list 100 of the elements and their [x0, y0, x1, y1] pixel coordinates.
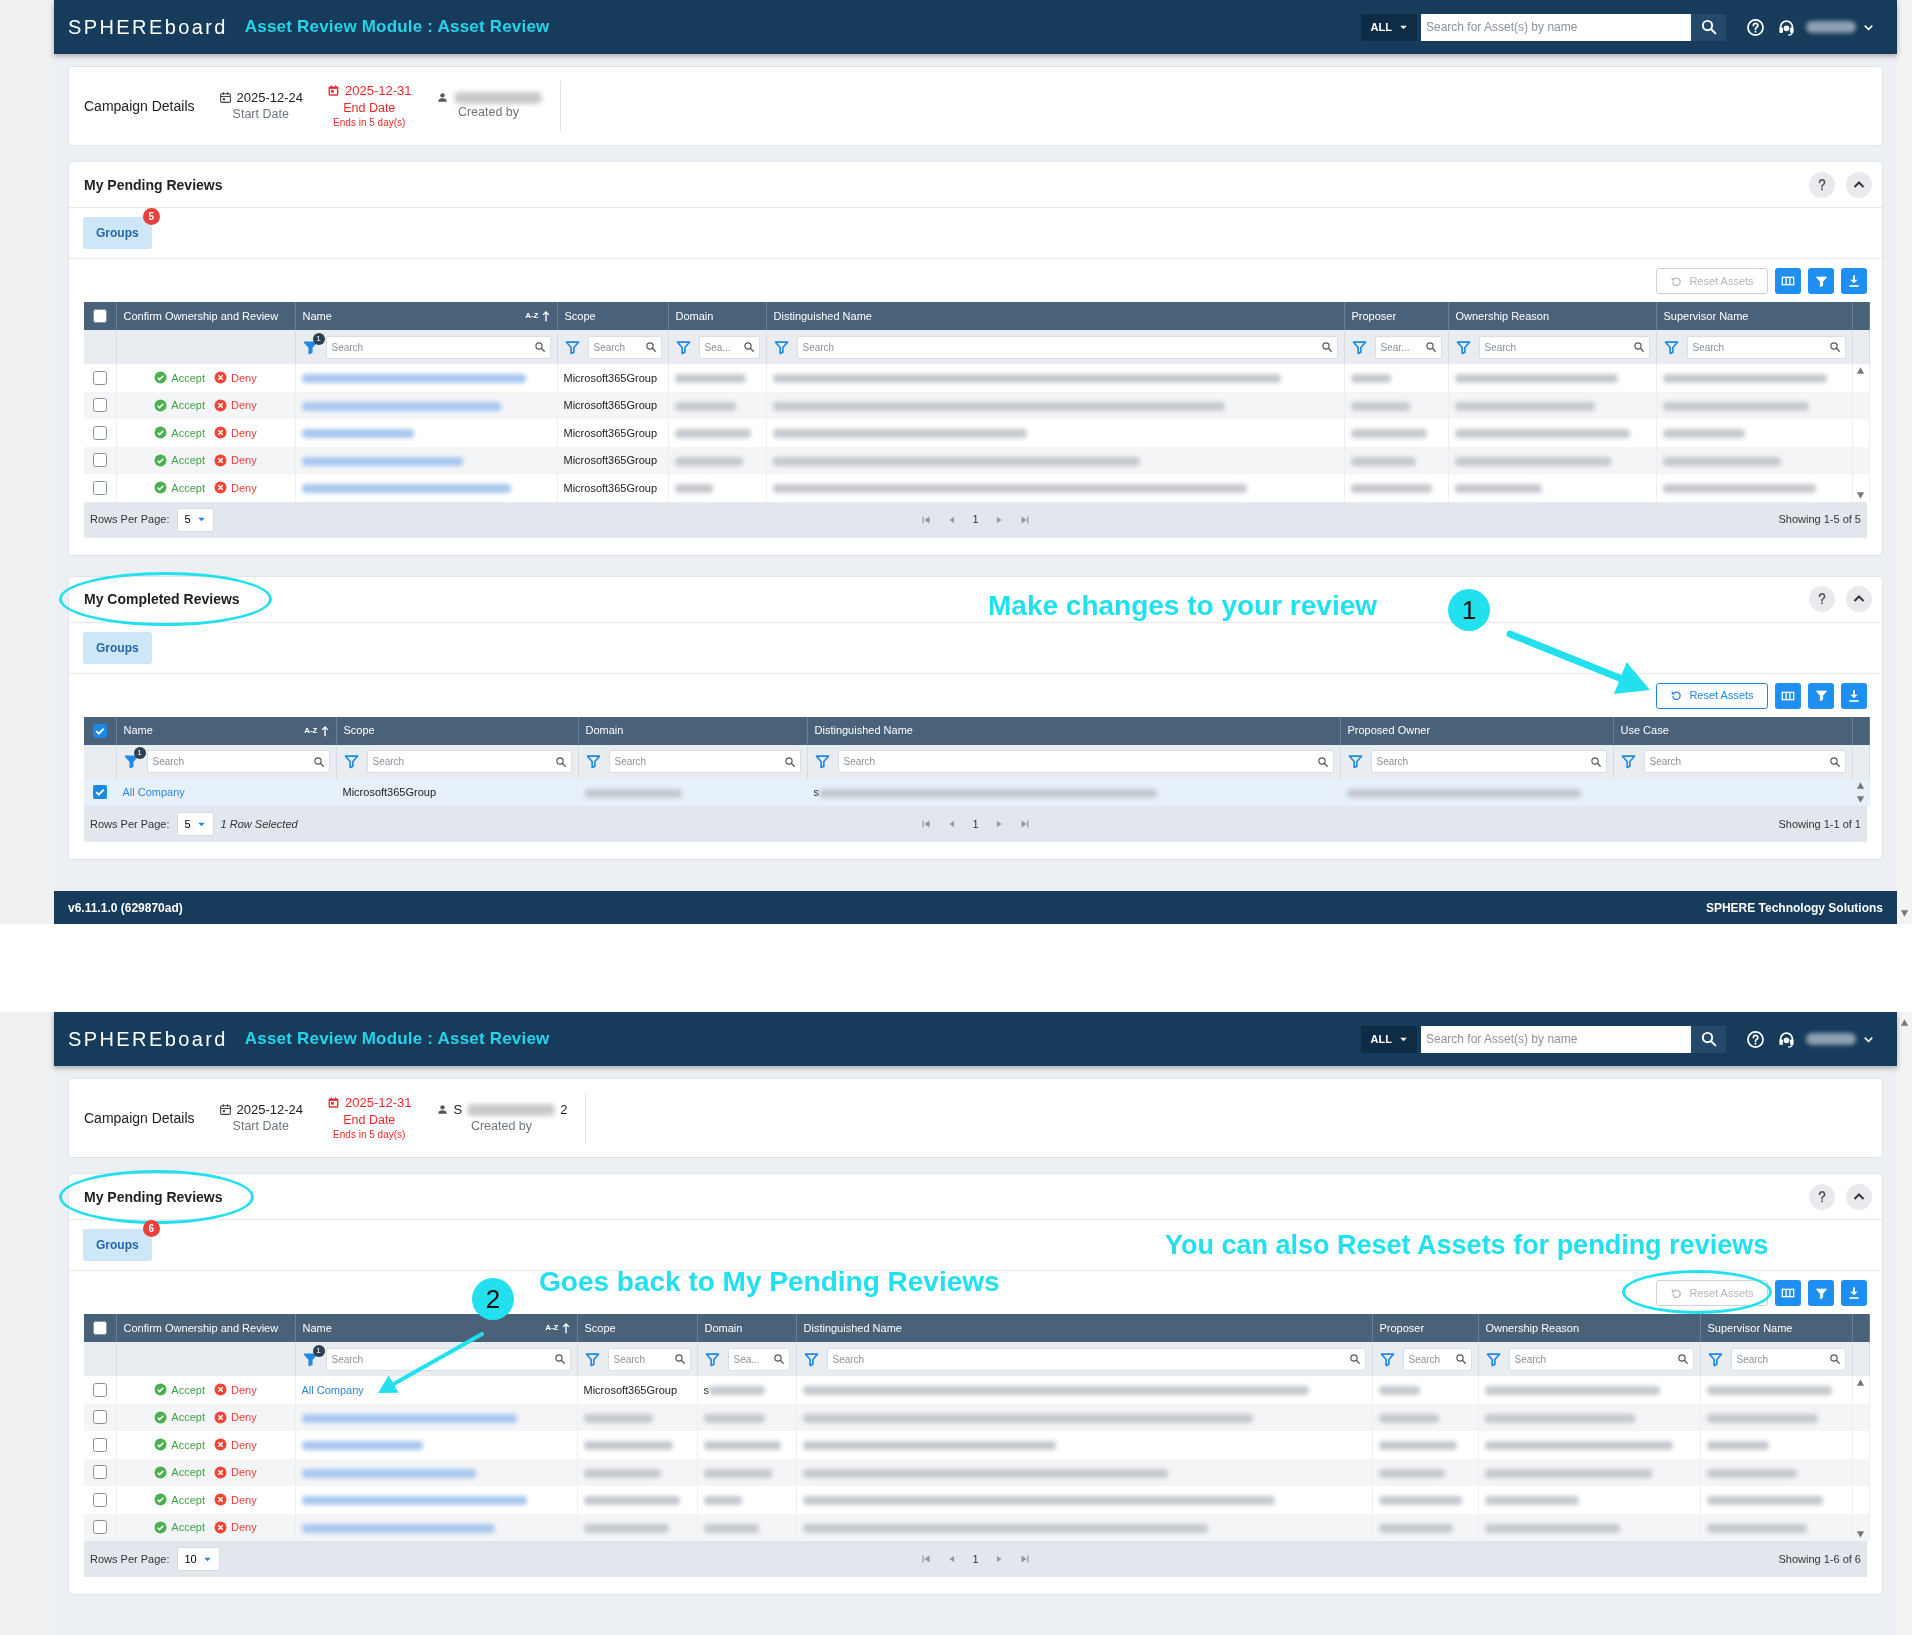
deny-button[interactable]: Deny — [213, 369, 257, 386]
search-icon[interactable] — [673, 1353, 686, 1365]
accept-button[interactable]: Accept — [154, 424, 205, 441]
sort-arrow-up-icon[interactable] — [320, 724, 329, 737]
table-row[interactable]: Accept Deny Microsoft365Group — [84, 446, 1869, 474]
columns-button[interactable] — [1775, 682, 1801, 709]
accept-button[interactable]: Accept — [154, 369, 205, 386]
scroll-up-icon[interactable] — [1856, 366, 1865, 375]
row-checkbox[interactable] — [92, 785, 107, 800]
headset-icon[interactable] — [1777, 1029, 1796, 1049]
rows-per-page-select[interactable]: 10 — [177, 1547, 220, 1571]
table-row[interactable]: Accept Deny — [84, 1486, 1869, 1514]
scroll-down-icon[interactable] — [1856, 490, 1865, 500]
collapse-icon[interactable] — [1846, 1183, 1872, 1210]
accept-button[interactable]: Accept — [154, 452, 205, 469]
accept-button[interactable]: Accept — [154, 1436, 205, 1453]
search-field[interactable]: Search — [1370, 750, 1607, 773]
search-icon[interactable] — [554, 755, 567, 768]
deny-button[interactable]: Deny — [213, 1491, 257, 1508]
first-page-icon[interactable] — [920, 818, 933, 830]
scroll-down-icon[interactable] — [1900, 909, 1909, 918]
scroll-down-icon[interactable] — [1856, 795, 1865, 804]
search-field[interactable]: Search — [1730, 1347, 1846, 1371]
select-all-checkbox[interactable] — [92, 723, 107, 738]
sort-label[interactable]: A-Z — [304, 724, 318, 737]
row-checkbox[interactable] — [92, 370, 107, 385]
search-icon[interactable] — [533, 341, 546, 353]
download-button[interactable] — [1841, 268, 1867, 294]
search-icon[interactable] — [1348, 1353, 1361, 1365]
scroll-down-icon[interactable] — [1856, 1530, 1865, 1539]
accept-button[interactable]: Accept — [154, 397, 205, 414]
search-field[interactable]: Search — [587, 335, 662, 359]
rows-per-page-select[interactable]: 5 — [177, 812, 214, 836]
search-icon[interactable] — [1320, 341, 1333, 353]
search-icon[interactable] — [1828, 341, 1841, 353]
row-checkbox[interactable] — [92, 1520, 107, 1535]
search-field[interactable]: Search — [1643, 750, 1846, 773]
search-button[interactable] — [1691, 13, 1726, 41]
search-field[interactable]: Sea... — [698, 335, 760, 359]
search-icon[interactable] — [1676, 1353, 1689, 1365]
search-icon[interactable] — [1316, 755, 1329, 768]
search-icon[interactable] — [1828, 755, 1841, 768]
last-page-icon[interactable] — [1018, 818, 1031, 830]
deny-button[interactable]: Deny — [213, 1409, 257, 1426]
search-icon[interactable] — [644, 341, 657, 353]
collapse-icon[interactable] — [1846, 586, 1872, 612]
collapse-icon[interactable] — [1846, 171, 1872, 198]
help-icon[interactable] — [1809, 1183, 1835, 1210]
search-icon[interactable] — [1632, 341, 1645, 353]
select-all-checkbox[interactable] — [92, 309, 107, 323]
download-button[interactable] — [1841, 682, 1867, 709]
page-number[interactable]: 1 — [972, 1550, 979, 1568]
table-row[interactable]: Accept Deny Microsoft365Group — [84, 391, 1869, 419]
scope-dropdown[interactable]: ALL — [1360, 1025, 1417, 1053]
search-icon[interactable] — [312, 755, 325, 768]
search-field[interactable]: Search — [607, 1347, 691, 1371]
help-icon[interactable] — [1746, 17, 1765, 37]
row-checkbox[interactable] — [92, 398, 107, 413]
help-icon[interactable] — [1809, 586, 1835, 612]
deny-button[interactable]: Deny — [213, 397, 257, 414]
name-link[interactable]: All Company — [122, 786, 185, 798]
table-row[interactable]: All Company Microsoft365Group s — [84, 778, 1869, 806]
search-icon[interactable] — [742, 341, 755, 353]
sort-label[interactable]: A-Z — [525, 310, 539, 322]
select-all-checkbox[interactable] — [92, 1321, 107, 1335]
deny-button[interactable]: Deny — [213, 424, 257, 441]
search-field[interactable]: Search — [608, 750, 801, 773]
search-icon[interactable] — [772, 1353, 785, 1365]
accept-button[interactable]: Accept — [154, 479, 205, 496]
table-row[interactable]: Accept Deny — [84, 1513, 1869, 1541]
page-number[interactable]: 1 — [972, 815, 979, 833]
deny-button[interactable]: Deny — [213, 1464, 257, 1481]
reset-assets-button[interactable]: Reset Assets — [1656, 682, 1768, 709]
accept-button[interactable]: Accept — [154, 1519, 205, 1536]
deny-button[interactable]: Deny — [213, 1436, 257, 1453]
deny-button[interactable]: Deny — [213, 479, 257, 496]
search-field[interactable]: Search — [146, 750, 330, 773]
search-field[interactable]: Search for Asset(s) by name — [1421, 1025, 1691, 1053]
table-row[interactable]: Accept Deny — [84, 1458, 1869, 1486]
search-button[interactable] — [1691, 1025, 1726, 1053]
row-checkbox[interactable] — [92, 480, 107, 495]
search-icon[interactable] — [553, 1353, 566, 1365]
last-page-icon[interactable] — [1018, 1553, 1031, 1565]
accept-button[interactable]: Accept — [154, 1381, 205, 1398]
row-checkbox[interactable] — [92, 1465, 107, 1480]
row-checkbox[interactable] — [92, 1492, 107, 1507]
table-row[interactable]: Accept Deny — [84, 1431, 1869, 1459]
search-icon[interactable] — [1589, 755, 1602, 768]
table-row[interactable]: Accept Deny — [84, 1403, 1869, 1431]
search-field[interactable]: Search — [826, 1347, 1366, 1371]
deny-button[interactable]: Deny — [213, 1381, 257, 1398]
search-field[interactable]: Search for Asset(s) by name — [1421, 13, 1691, 41]
sort-arrow-up-icon[interactable] — [541, 310, 550, 322]
search-field[interactable]: Search — [325, 1347, 571, 1371]
search-field[interactable]: Search — [796, 335, 1338, 359]
deny-button[interactable]: Deny — [213, 452, 257, 469]
accept-button[interactable]: Accept — [154, 1491, 205, 1508]
search-field[interactable]: Search — [837, 750, 1334, 773]
filter-button[interactable] — [1808, 268, 1834, 294]
search-field[interactable]: Sear... — [1374, 335, 1442, 359]
